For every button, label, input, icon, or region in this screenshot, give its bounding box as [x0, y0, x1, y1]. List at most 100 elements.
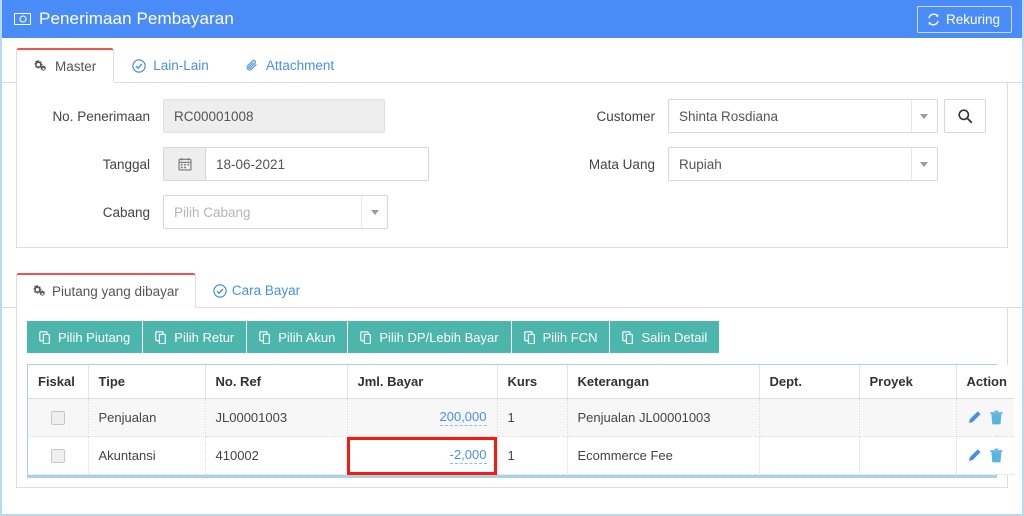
customer-search-button[interactable]: [943, 99, 986, 133]
salin-detail-button[interactable]: Salin Detail: [610, 321, 720, 353]
copy-icon: [39, 330, 50, 344]
cell-tipe: Akuntansi: [88, 436, 206, 475]
pencil-icon[interactable]: [967, 410, 982, 425]
customer-caret[interactable]: [910, 100, 937, 132]
cell-keterangan: Penjualan JL00001003: [567, 398, 760, 437]
form-row-3: Cabang Pilih Cabang: [17, 195, 1007, 229]
detail-table: Fiskal Tipe No. Ref Jml. Bayar Kurs Kete…: [28, 365, 1014, 475]
mata-uang-value: Rupiah: [678, 156, 722, 172]
column-header-kurs: Kurs: [497, 365, 568, 399]
cell-action: [956, 398, 1014, 437]
cabang-label: Cabang: [102, 204, 150, 220]
form-col-customer: Customer Shinta Rosdiana: [528, 99, 1007, 133]
table-row: Penjualan JL00001003 200,000 1 Penjualan…: [28, 398, 1014, 437]
calendar-button[interactable]: [163, 147, 205, 181]
column-header-keterangan: Keterangan: [567, 365, 760, 399]
cell-keterangan: Ecommerce Fee: [567, 436, 760, 475]
mata-uang-label: Mata Uang: [588, 156, 655, 172]
application-window: Penerimaan Pembayaran Rekuring Master La…: [0, 0, 1024, 516]
trash-icon[interactable]: [989, 410, 1004, 425]
cabang-caret[interactable]: [361, 196, 387, 228]
search-icon: [958, 109, 973, 124]
chevron-down-icon: [920, 161, 929, 167]
rekuring-label: Rekuring: [945, 11, 1000, 27]
rekuring-button[interactable]: Rekuring: [916, 5, 1012, 33]
form-col-mata-uang: Mata Uang Rupiah: [528, 147, 1007, 181]
detail-tabstrip: Piutang yang dibayar Cara Bayar: [2, 272, 1022, 308]
form-col-no-penerimaan: No. Penerimaan: [17, 99, 528, 133]
column-header-jml-bayar: Jml. Bayar: [347, 365, 498, 399]
pilih-retur-label: Pilih Retur: [174, 329, 235, 345]
mata-uang-select[interactable]: Rupiah: [667, 147, 938, 181]
copy-icon: [259, 330, 271, 344]
sync-icon: [928, 13, 939, 25]
tab-lain-lain-label: Lain-Lain: [153, 58, 209, 73]
master-tabstrip: Master Lain-Lain Attachment: [2, 47, 1022, 83]
tab-lain-lain[interactable]: Lain-Lain: [114, 48, 227, 83]
column-header-fiskal: Fiskal: [28, 365, 89, 399]
tab-piutang-label: Piutang yang dibayar: [52, 283, 179, 299]
cell-proyek: [859, 436, 957, 475]
tab-attachment[interactable]: Attachment: [227, 48, 352, 83]
detail-panel: Pilih Piutang Pilih Retur Pilih Akun Pil…: [16, 308, 1014, 488]
no-penerimaan-input[interactable]: [163, 99, 385, 133]
cell-dept: [759, 398, 860, 437]
tab-cara-bayar[interactable]: Cara Bayar: [196, 273, 317, 308]
detail-table-container: Fiskal Tipe No. Ref Jml. Bayar Kurs Kete…: [27, 364, 1014, 478]
form-row-1: No. Penerimaan Customer Shinta Rosdiana: [17, 99, 1007, 133]
tab-master-label: Master: [55, 58, 97, 74]
form-col-cabang: Cabang Pilih Cabang: [17, 195, 528, 229]
page-title: Penerimaan Pembayaran: [39, 9, 234, 28]
pilih-akun-button[interactable]: Pilih Akun: [247, 321, 349, 353]
check-circle-icon: [132, 58, 147, 73]
cell-kurs: 1: [497, 436, 568, 475]
pilih-fcn-label: Pilih FCN: [542, 329, 598, 345]
money-icon: [14, 13, 31, 25]
cabang-select[interactable]: Pilih Cabang: [163, 195, 388, 229]
pilih-retur-button[interactable]: Pilih Retur: [143, 321, 248, 353]
tab-piutang-yang-dibayar[interactable]: Piutang yang dibayar: [16, 273, 196, 308]
pilih-dp-lebih-bayar-label: Pilih DP/Lebih Bayar: [379, 329, 499, 345]
detail-action-buttons: Pilih Piutang Pilih Retur Pilih Akun Pil…: [27, 321, 997, 353]
tanggal-input[interactable]: [205, 147, 429, 181]
form-col-tanggal: Tanggal: [17, 147, 528, 181]
copy-icon: [155, 330, 167, 344]
trash-icon[interactable]: [989, 448, 1004, 463]
column-header-action: Action: [956, 365, 1014, 399]
salin-detail-label: Salin Detail: [641, 329, 708, 345]
tanggal-label: Tanggal: [102, 156, 150, 172]
copy-icon: [360, 330, 372, 344]
no-penerimaan-label: No. Penerimaan: [52, 108, 150, 124]
fiskal-checkbox[interactable]: [50, 448, 65, 463]
mata-uang-caret[interactable]: [910, 148, 937, 180]
chevron-down-icon: [920, 113, 929, 119]
row-action-group: [967, 410, 1005, 425]
pilih-piutang-label: Pilih Piutang: [58, 329, 131, 345]
pilih-akun-label: Pilih Akun: [278, 329, 336, 345]
tab-master[interactable]: Master: [16, 48, 115, 83]
copy-icon: [622, 330, 634, 344]
cell-action: [956, 436, 1014, 475]
column-header-dept: Dept.: [759, 365, 860, 399]
pencil-icon[interactable]: [967, 448, 982, 463]
fiskal-checkbox[interactable]: [50, 410, 65, 425]
jml-bayar-value[interactable]: 200,000: [439, 409, 487, 426]
tab-attachment-label: Attachment: [265, 58, 335, 73]
window-title-bar: Penerimaan Pembayaran Rekuring: [2, 0, 1022, 38]
gears-icon: [34, 59, 47, 71]
cell-proyek: [859, 398, 957, 437]
paperclip-icon: [246, 59, 257, 70]
check-circle-icon: [213, 283, 227, 298]
calendar-icon: [177, 158, 192, 171]
chevron-down-icon: [370, 209, 379, 215]
customer-label: Customer: [596, 108, 655, 124]
customer-select[interactable]: Shinta Rosdiana: [667, 99, 938, 133]
table-header-row: Fiskal Tipe No. Ref Jml. Bayar Kurs Kete…: [28, 365, 1014, 399]
pilih-dp-lebih-bayar-button[interactable]: Pilih DP/Lebih Bayar: [348, 321, 512, 353]
cell-no-ref: JL00001003: [205, 398, 348, 437]
pilih-piutang-button[interactable]: Pilih Piutang: [27, 321, 144, 353]
cabang-value: Pilih Cabang: [174, 204, 251, 220]
cell-jml-bayar: 200,000: [347, 398, 498, 437]
jml-bayar-value[interactable]: -2,000: [449, 447, 487, 464]
pilih-fcn-button[interactable]: Pilih FCN: [511, 321, 611, 353]
